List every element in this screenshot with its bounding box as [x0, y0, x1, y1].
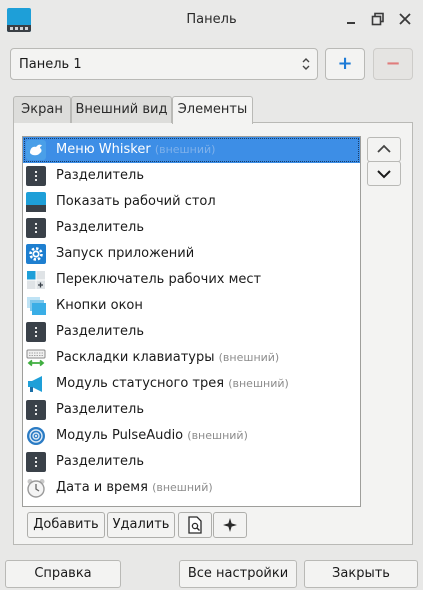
list-item[interactable]: Разделитель — [23, 397, 360, 423]
clock-icon — [27, 479, 45, 498]
tab-appearance[interactable]: Внешний вид — [71, 96, 172, 123]
item-label: Модуль статусного трея — [56, 376, 225, 391]
item-label: Разделитель — [56, 454, 145, 469]
item-label: Раскладки клавиатуры — [56, 350, 215, 365]
close-icon[interactable] — [398, 12, 412, 26]
add-item-button[interactable]: Добавить — [27, 512, 105, 538]
close-button[interactable]: Закрыть — [304, 560, 418, 588]
pulseaudio-icon — [27, 427, 45, 445]
item-label: Кнопки окон — [56, 298, 143, 313]
item-external-note: (внешний) — [154, 143, 216, 156]
sparkle-star-icon — [223, 518, 237, 532]
list-item[interactable]: Раскладки клавиатуры (внешний) — [23, 345, 360, 371]
list-item[interactable]: Разделитель — [23, 163, 360, 189]
item-label: Модуль PulseAudio — [56, 428, 184, 443]
item-label: Меню Whisker — [56, 142, 151, 157]
list-item[interactable]: Модуль статусного трея (внешний) — [23, 371, 360, 397]
item-label: Дата и время — [56, 480, 148, 495]
item-label: Разделитель — [56, 168, 145, 183]
status-tray-megaphone-icon — [28, 376, 42, 392]
list-item[interactable]: Разделитель — [23, 449, 360, 475]
all-settings-button[interactable]: Все настройки — [179, 560, 297, 588]
help-button[interactable]: Справка — [5, 560, 121, 588]
keyboard-layout-icon — [26, 349, 46, 367]
list-item[interactable]: Кнопки окон — [23, 293, 360, 319]
remove-item-button[interactable]: Удалить — [107, 512, 175, 538]
separator-icon — [26, 400, 46, 420]
items-list[interactable]: Меню Whisker (внешний) Разделитель Показ… — [22, 136, 361, 507]
window-buttons-icon — [27, 297, 46, 315]
item-label: Переключатель рабочих мест — [56, 272, 262, 287]
separator-icon — [26, 166, 46, 186]
remove-panel-button[interactable]: − — [373, 48, 413, 80]
list-item[interactable]: Разделитель — [23, 215, 360, 241]
list-item[interactable]: Меню Whisker (внешний) — [23, 137, 360, 163]
add-panel-button[interactable]: + — [325, 48, 365, 80]
launcher-gear-icon — [26, 244, 46, 264]
item-label: Разделитель — [56, 220, 145, 235]
item-about-button[interactable] — [213, 512, 247, 538]
item-external-note: (внешний) — [218, 351, 280, 364]
item-label: Запуск приложений — [56, 246, 195, 261]
move-up-button[interactable] — [367, 137, 401, 162]
move-down-button[interactable] — [367, 161, 401, 186]
item-properties-button[interactable] — [178, 512, 212, 538]
item-label: Разделитель — [56, 402, 145, 417]
separator-icon — [26, 322, 46, 342]
item-external-note: (внешний) — [187, 429, 248, 442]
minimize-icon[interactable] — [344, 12, 358, 26]
document-search-icon — [188, 516, 202, 534]
list-item[interactable]: Запуск приложений — [23, 241, 360, 267]
window-title: Панель — [186, 12, 237, 27]
list-item[interactable]: Модуль PulseAudio (внешний) — [23, 423, 360, 449]
title-bar: Панель — [0, 0, 423, 40]
show-desktop-icon — [26, 192, 46, 212]
list-item[interactable]: Показать рабочий стол — [23, 189, 360, 215]
maximize-icon[interactable] — [371, 12, 385, 26]
chevron-down-icon — [377, 170, 391, 179]
tab-display[interactable]: Экран — [13, 96, 71, 123]
whisker-menu-icon — [26, 140, 46, 160]
chevron-up-icon — [377, 144, 391, 153]
tab-items[interactable]: Элементы — [172, 96, 253, 124]
list-item[interactable]: Переключатель рабочих мест — [23, 267, 360, 293]
select-arrows-icon — [302, 58, 310, 70]
item-label: Разделитель — [56, 324, 145, 339]
item-external-note: (внешний) — [228, 377, 289, 390]
item-label: Показать рабочий стол — [56, 194, 216, 209]
list-item[interactable]: Дата и время (внешний) — [23, 475, 360, 501]
panel-select[interactable]: Панель 1 — [10, 48, 318, 80]
panel-select-value: Панель 1 — [19, 57, 82, 72]
workspace-switcher-icon — [27, 271, 45, 289]
separator-icon — [26, 452, 46, 472]
item-external-note: (внешний) — [152, 481, 213, 494]
separator-icon — [26, 218, 46, 238]
list-item[interactable]: Разделитель — [23, 319, 360, 345]
